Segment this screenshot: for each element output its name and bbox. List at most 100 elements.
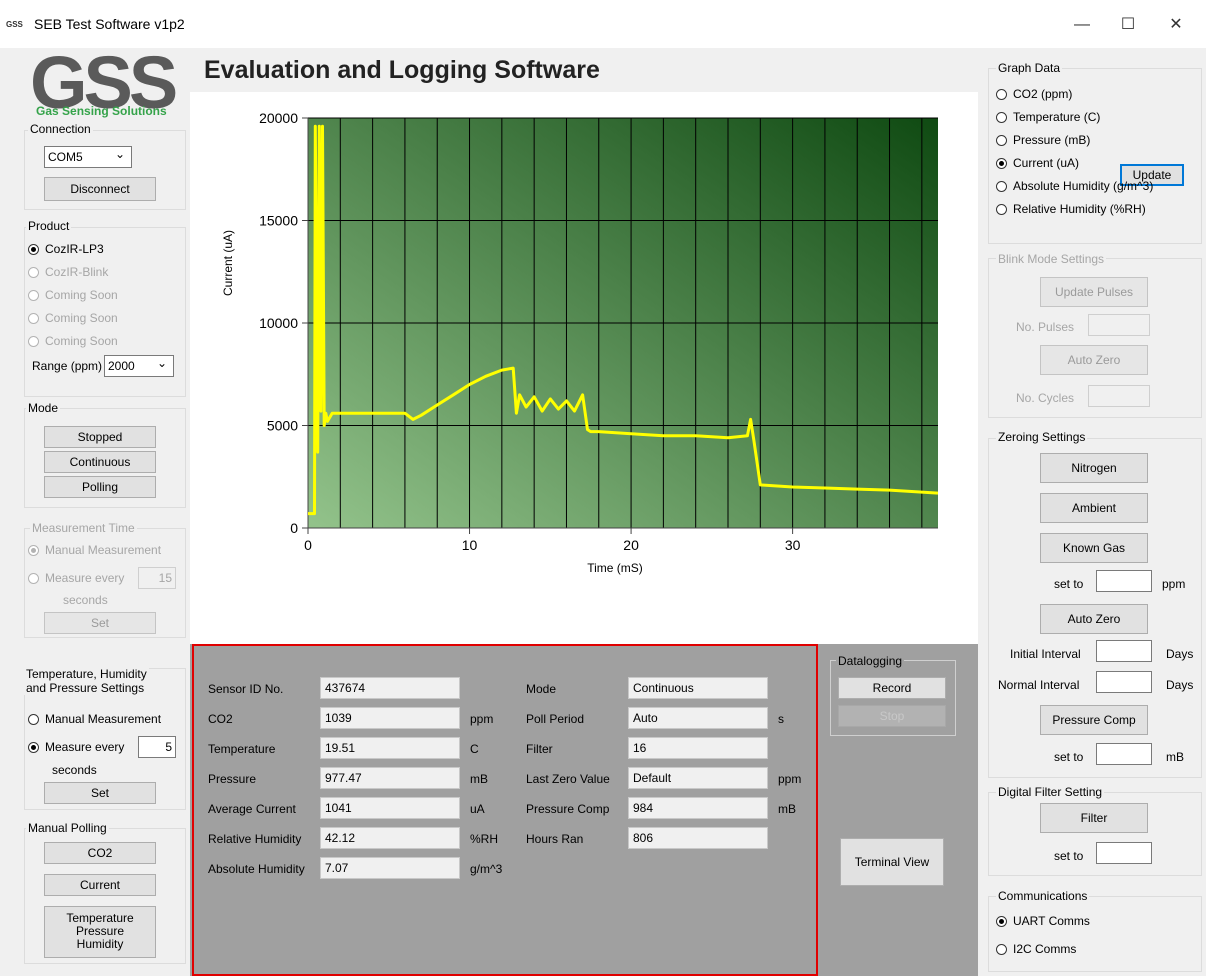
stop-button[interactable]: Stop [838,705,946,727]
com-port-value: COM5 [48,150,83,164]
meas-seconds-label: seconds [63,593,108,607]
product-option-label: Coming Soon [45,288,118,302]
auto-zero-button[interactable]: Auto Zero [1040,604,1148,634]
pressure-comp-input[interactable] [1096,743,1152,765]
x-tick-label: 10 [462,537,478,553]
reading-unit: %RH [470,832,499,846]
graph-option-radio[interactable]: Relative Humidity (%RH) [996,202,1146,216]
reading-unit: ppm [470,712,494,726]
digital-filter-label: Digital Filter Setting [996,785,1105,799]
reading-unit: mB [778,802,796,816]
blink-auto-zero-button[interactable]: Auto Zero [1040,345,1148,375]
connection-label: Connection [28,122,93,136]
polling-button[interactable]: Polling [44,476,156,498]
graph-option-radio[interactable]: Pressure (mB) [996,133,1090,147]
record-button[interactable]: Record [838,677,946,699]
current-chart: 0 5000 10000 15000 20000 0 10 20 30 Time (mS) Curr… [221,110,939,575]
y-tick-label: 0 [290,520,298,536]
stopped-button[interactable]: Stopped [44,426,156,448]
graph-option-label: Current (uA) [1013,156,1080,170]
uart-comms-radio[interactable]: UART Comms [996,914,1090,928]
chart-panel: 0 5000 10000 15000 20000 0 10 20 30 Time (mS) Curr… [190,92,978,644]
com-port-select[interactable]: COM5 [44,144,132,168]
range-select[interactable]: 2000 [104,353,174,377]
reading-value: Auto [628,707,768,729]
terminal-view-button[interactable]: Terminal View [840,838,944,886]
poll-tph-button[interactable]: Temperature Pressure Humidity [44,906,156,958]
datalogging-label: Datalogging [836,654,905,668]
thp-manual-label: Manual Measurement [45,712,162,726]
reading-value: 977.47 [320,767,460,789]
reading-label: Hours Ran [526,832,584,846]
page-title: Evaluation and Logging Software [204,56,600,84]
graph-data-label: Graph Data [996,61,1063,75]
normal-interval-unit: Days [1166,678,1194,692]
product-option-blink[interactable]: CozIR-Blink [28,265,108,279]
thp-every-input[interactable]: 5 [138,736,176,758]
title-bar: GSS SEB Test Software v1p2 — ☐ ✕ [0,0,1206,48]
thp-every-label: Measure every [45,740,125,754]
normal-interval-label: Normal Interval [998,678,1080,692]
close-button[interactable]: ✕ [1156,10,1196,40]
thp-every-radio[interactable]: Measure every [28,740,124,754]
minimize-button[interactable]: — [1062,10,1102,40]
product-option-soon-2[interactable]: Coming Soon [28,311,118,325]
product-option-soon-3[interactable]: Coming Soon [28,334,118,348]
product-option-label: Coming Soon [45,311,118,325]
filter-input[interactable] [1096,842,1152,864]
x-axis-label: Time (mS) [587,561,643,575]
no-pulses-input[interactable] [1088,314,1150,336]
initial-interval-input[interactable] [1096,640,1152,662]
continuous-button[interactable]: Continuous [44,451,156,473]
reading-value: 16 [628,737,768,759]
graph-option-radio[interactable]: CO2 (ppm) [996,87,1072,101]
y-tick-label: 15000 [259,213,298,229]
product-option-lp3[interactable]: CozIR-LP3 [28,242,104,256]
graph-option-label: Relative Humidity (%RH) [1013,202,1146,216]
meas-set-button[interactable]: Set [44,612,156,634]
poll-tph-line3: Humidity [76,937,124,951]
meas-every-radio[interactable]: Measure every [28,571,124,585]
no-cycles-input[interactable] [1088,385,1150,407]
meas-manual-radio[interactable]: Manual Measurement [28,543,161,557]
thp-manual-radio[interactable]: Manual Measurement [28,712,161,726]
meas-every-label: Measure every [45,571,125,585]
graph-option-radio[interactable]: Absolute Humidity (g/m^3) [996,179,1153,193]
pressure-comp-button[interactable]: Pressure Comp [1040,705,1148,735]
no-pulses-label: No. Pulses [1016,320,1075,334]
known-gas-button[interactable]: Known Gas [1040,533,1148,563]
reading-label: Poll Period [526,712,585,726]
disconnect-button[interactable]: Disconnect [44,177,156,201]
y-tick-label: 5000 [267,418,298,434]
reading-label: Pressure Comp [526,802,610,816]
reading-value: 1041 [320,797,460,819]
poll-current-button[interactable]: Current [44,874,156,896]
product-option-soon-1[interactable]: Coming Soon [28,288,118,302]
graph-option-label: Temperature (C) [1013,110,1101,124]
known-gas-input[interactable] [1096,570,1152,592]
reading-label: Last Zero Value [526,772,610,786]
filter-button[interactable]: Filter [1040,803,1148,833]
y-tick-label: 10000 [259,315,298,331]
graph-option-radio[interactable]: Current (uA) [996,156,1079,170]
meas-every-input[interactable]: 15 [138,567,176,589]
i2c-comms-radio[interactable]: I2C Comms [996,942,1076,956]
poll-co2-button[interactable]: CO2 [44,842,156,864]
x-tick-label: 0 [304,537,312,553]
update-pulses-button[interactable]: Update Pulses [1040,277,1148,307]
thp-seconds-label: seconds [52,763,97,777]
range-label: Range (ppm) [32,359,103,373]
y-axis-label: Current (uA) [221,230,235,296]
reading-unit: ppm [778,772,802,786]
nitrogen-button[interactable]: Nitrogen [1040,453,1148,483]
ambient-button[interactable]: Ambient [1040,493,1148,523]
normal-interval-input[interactable] [1096,671,1152,693]
filter-set-to-label: set to [1054,849,1084,863]
product-option-label: CozIR-LP3 [45,242,104,256]
maximize-button[interactable]: ☐ [1108,10,1148,40]
thp-set-button[interactable]: Set [44,782,156,804]
y-tick-label: 20000 [259,110,298,126]
graph-option-radio[interactable]: Temperature (C) [996,110,1100,124]
x-tick-label: 20 [623,537,639,553]
no-cycles-label: No. Cycles [1016,391,1075,405]
